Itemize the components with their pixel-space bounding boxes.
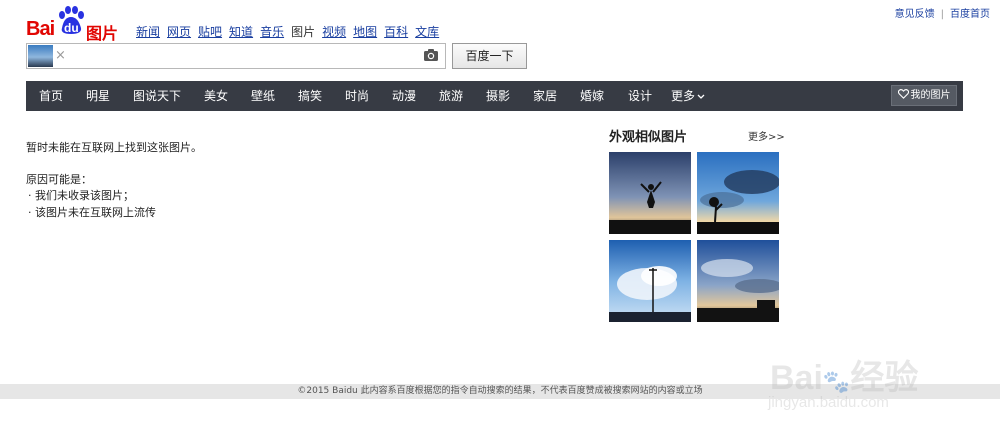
cat-more[interactable]: 更多 [671, 81, 705, 111]
nav-map[interactable]: 地图 [353, 25, 377, 39]
reason-item: · 该图片未在互联网上流传 [28, 206, 156, 219]
logo-tupian-text: 图片 [86, 24, 119, 43]
baidu-jingyan-watermark: Bai🐾经验 jingyan.baidu.com [768, 330, 970, 420]
nav-web[interactable]: 网页 [167, 25, 191, 39]
logo-du-text: du [64, 21, 79, 35]
my-pictures-button[interactable]: 我的图片 [891, 85, 957, 106]
nav-zhidao[interactable]: 知道 [229, 25, 253, 39]
nav-music[interactable]: 音乐 [260, 25, 284, 39]
cat-anime[interactable]: 动漫 [392, 81, 416, 111]
reason-item: · 我们未收录该图片； [28, 189, 134, 202]
top-links: 意见反馈 | 百度首页 [894, 9, 990, 20]
query-image-thumbnail [28, 45, 53, 67]
similar-image[interactable] [697, 240, 779, 322]
cat-photography[interactable]: 摄影 [486, 81, 510, 111]
baidu-image-logo[interactable]: Bai du 图片 [26, 6, 126, 43]
cat-world[interactable]: 图说天下 [133, 81, 181, 111]
cat-design[interactable]: 设计 [628, 81, 652, 111]
logo-bai-text: Bai [26, 18, 55, 40]
watermark-logo-text: Bai🐾经验 [770, 359, 919, 397]
similar-more-link[interactable]: 更多>> [748, 128, 785, 143]
nav-images: 图片 [291, 25, 316, 39]
similar-images-title: 外观相似图片 [609, 130, 688, 145]
nav-wenku[interactable]: 文库 [415, 25, 439, 39]
cat-funny[interactable]: 搞笑 [298, 81, 322, 111]
nav-baike[interactable]: 百科 [384, 25, 408, 39]
cat-stars[interactable]: 明星 [86, 81, 110, 111]
similar-image[interactable] [609, 152, 691, 234]
heart-icon [897, 89, 909, 99]
baidu-home-link[interactable]: 百度首页 [950, 9, 990, 20]
cat-beauty[interactable]: 美女 [204, 81, 228, 111]
remove-image-icon[interactable]: × [55, 48, 66, 63]
reason-text: 我们未收录该图片； [35, 189, 134, 202]
cat-wedding[interactable]: 婚嫁 [580, 81, 604, 111]
watermark-url: jingyan.baidu.com [768, 394, 889, 411]
cat-fashion[interactable]: 时尚 [345, 81, 369, 111]
nav-news[interactable]: 新闻 [136, 25, 160, 39]
category-nav: 首页 明星 图说天下 美女 壁纸 搞笑 时尚 动漫 旅游 摄影 家居 婚嫁 设计… [26, 81, 963, 111]
top-nav: 新闻 网页 贴吧 知道 音乐 图片 视频 地图 百科 文库 [136, 23, 446, 40]
chevron-down-icon [697, 94, 705, 99]
cat-wallpaper[interactable]: 壁纸 [251, 81, 275, 111]
search-button[interactable]: 百度一下 [452, 43, 527, 69]
cat-home[interactable]: 首页 [39, 81, 63, 111]
nav-tieba[interactable]: 贴吧 [198, 25, 222, 39]
reason-text: 该图片未在互联网上流传 [35, 206, 156, 219]
search-input[interactable]: × [26, 43, 446, 69]
cat-travel[interactable]: 旅游 [439, 81, 463, 111]
feedback-link[interactable]: 意见反馈 [895, 9, 935, 20]
similar-image[interactable] [609, 240, 691, 322]
not-found-message: 暂时未能在互联网上找到这张图片。 [26, 141, 202, 154]
reasons-title: 原因可能是： [26, 173, 92, 186]
my-pictures-label: 我的图片 [910, 90, 951, 101]
cat-home-decor[interactable]: 家居 [533, 81, 557, 111]
nav-video[interactable]: 视频 [322, 25, 346, 39]
camera-icon[interactable] [423, 48, 439, 62]
similar-image[interactable] [697, 152, 779, 234]
cat-more-label: 更多 [671, 89, 696, 103]
